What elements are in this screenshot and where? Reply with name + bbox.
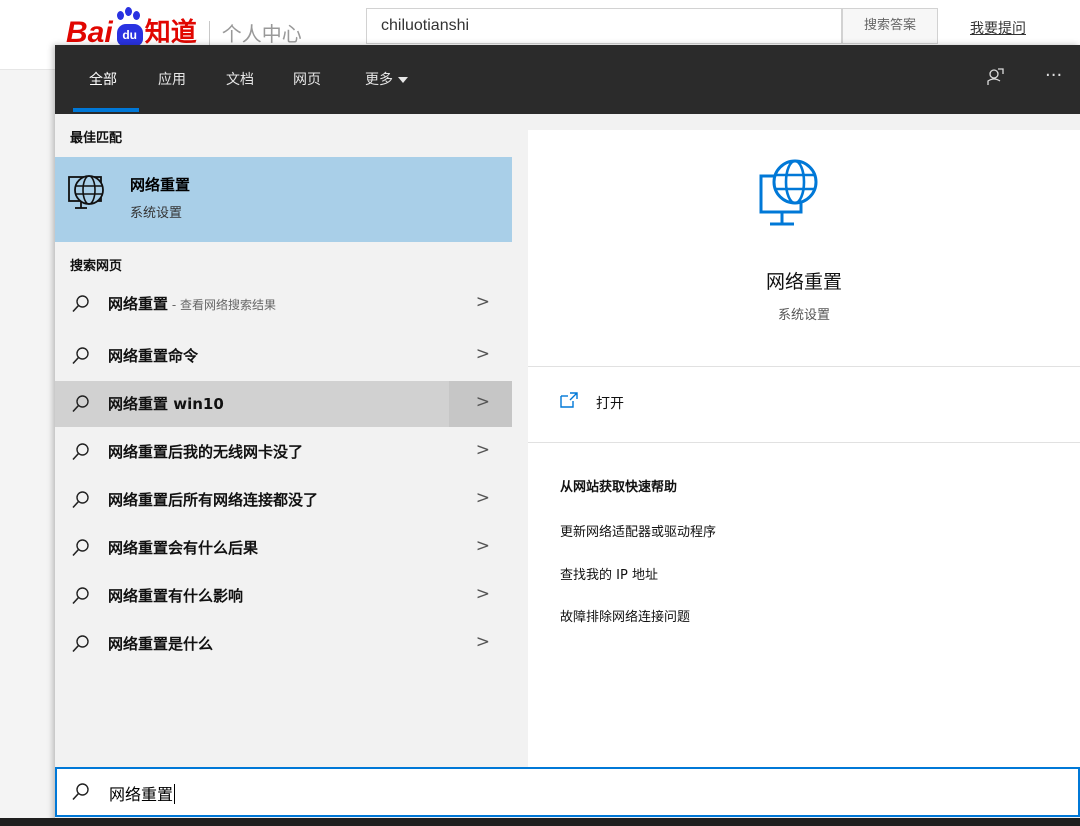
tab-more-label: 更多 — [365, 72, 393, 88]
search-icon — [72, 783, 89, 801]
search-answer-button[interactable]: 搜索答案 — [842, 8, 938, 44]
chevron-right-icon[interactable]: > — [476, 584, 490, 604]
best-match-header: 最佳匹配 — [70, 131, 123, 146]
search-input[interactable]: 网络重置 — [55, 767, 1080, 817]
web-result-text: 网络重置后我的无线网卡没了 — [108, 443, 304, 461]
web-result-item[interactable]: 网络重置 win10 > — [55, 381, 512, 427]
tab-web[interactable]: 网页 — [293, 70, 321, 90]
open-icon — [560, 392, 578, 408]
web-result-item[interactable]: 网络重置有什么影响 > — [55, 573, 512, 619]
help-link-find-ip[interactable]: 查找我的 IP 地址 — [560, 564, 658, 583]
chevron-right-icon[interactable]: > — [476, 632, 490, 652]
search-icon — [72, 635, 89, 653]
network-globe-icon — [68, 175, 104, 209]
web-result-item[interactable]: 网络重置后所有网络连接都没了 > — [55, 477, 512, 523]
search-icon — [72, 443, 89, 461]
active-tab-indicator — [73, 108, 139, 112]
chevron-right-icon[interactable]: > — [476, 536, 490, 556]
best-match-subtitle: 系统设置 — [130, 206, 183, 221]
detail-title: 网络重置 — [765, 271, 842, 293]
search-icon — [72, 587, 89, 605]
web-result-text: 网络重置会有什么后果 — [108, 539, 259, 557]
tab-apps[interactable]: 应用 — [158, 70, 186, 90]
tab-more[interactable]: 更多 — [365, 70, 408, 90]
logo-divider — [208, 21, 210, 45]
web-search-header: 搜索网页 — [70, 259, 123, 274]
quick-help-header: 从网站获取快速帮助 — [560, 480, 678, 495]
taskbar — [0, 818, 1080, 826]
more-options-icon[interactable]: ··· — [1045, 65, 1062, 86]
best-match-title: 网络重置 — [130, 176, 191, 194]
web-result-item[interactable]: 网络重置命令 > — [55, 333, 512, 379]
chevron-right-icon[interactable]: > — [476, 392, 490, 412]
tab-all[interactable]: 全部 — [89, 70, 117, 90]
chevron-right-icon[interactable]: > — [476, 440, 490, 460]
logo-zhidao-text: 知道 — [144, 18, 197, 48]
best-match-item[interactable]: 网络重置 系统设置 — [55, 157, 512, 242]
web-result-item[interactable]: 网络重置是什么 > — [55, 621, 512, 667]
search-icon — [72, 295, 89, 313]
help-link-update-adapter[interactable]: 更新网络适配器或驱动程序 — [560, 521, 716, 540]
text-cursor — [174, 784, 176, 804]
search-icon — [72, 491, 89, 509]
open-label: 打开 — [596, 396, 624, 412]
search-input-value: 网络重置 — [109, 785, 174, 804]
web-result-hint: - 查看网络搜索结果 — [168, 298, 276, 312]
web-result-text: 网络重置 win10 — [108, 395, 224, 413]
personal-center-label[interactable]: 个人中心 — [222, 20, 302, 48]
web-result-text: 网络重置后所有网络连接都没了 — [108, 491, 319, 509]
search-icon — [72, 347, 89, 365]
tab-documents[interactable]: 文档 — [226, 70, 254, 90]
help-link-troubleshoot[interactable]: 故障排除网络连接问题 — [560, 606, 690, 625]
web-result-item[interactable]: 网络重置 - 查看网络搜索结果 > — [55, 281, 512, 327]
details-pane: 网络重置 系统设置 打开 从网站获取快速帮助 更新网络适配器或驱动程序 查找我的… — [528, 130, 1080, 767]
network-reset-large-icon — [759, 159, 818, 226]
caret-down-icon — [398, 77, 408, 83]
feedback-icon[interactable] — [985, 67, 1005, 92]
baidu-zhidao-logo[interactable]: Bai du 知道 个人中心 — [66, 7, 302, 49]
web-result-text: 网络重置命令 — [108, 347, 199, 365]
chevron-right-icon[interactable]: > — [476, 344, 490, 364]
web-result-text: 网络重置是什么 — [108, 635, 214, 653]
chevron-right-icon[interactable]: > — [476, 292, 490, 312]
web-result-text: 网络重置有什么影响 — [108, 587, 244, 605]
open-action[interactable]: 打开 — [528, 366, 1080, 442]
divider — [528, 442, 1080, 443]
logo-du-text: du — [116, 24, 143, 46]
ask-question-link[interactable]: 我要提问 — [970, 18, 1026, 38]
search-scope-bar: 全部 应用 文档 网页 更多 ··· — [55, 45, 1080, 114]
baidu-search-input[interactable]: chiluotianshi — [366, 8, 842, 44]
results-list: 最佳匹配 网络重置 系统设置 搜索网页 网络重置 - 查看网络搜索结果 > 网络… — [55, 114, 512, 767]
web-result-item[interactable]: 网络重置会有什么后果 > — [55, 525, 512, 571]
web-result-text: 网络重置 — [108, 295, 169, 313]
search-icon — [72, 539, 89, 557]
windows-search-panel: 全部 应用 文档 网页 更多 ··· 最佳匹配 网络重置 系统设置 搜索网页 网… — [55, 45, 1080, 826]
search-icon — [72, 395, 89, 413]
detail-subtitle: 系统设置 — [777, 308, 830, 323]
web-result-item[interactable]: 网络重置后我的无线网卡没了 > — [55, 429, 512, 475]
paw-icon: du — [114, 7, 144, 48]
chevron-right-icon[interactable]: > — [476, 488, 490, 508]
logo-bai-text: Bai — [66, 16, 113, 49]
